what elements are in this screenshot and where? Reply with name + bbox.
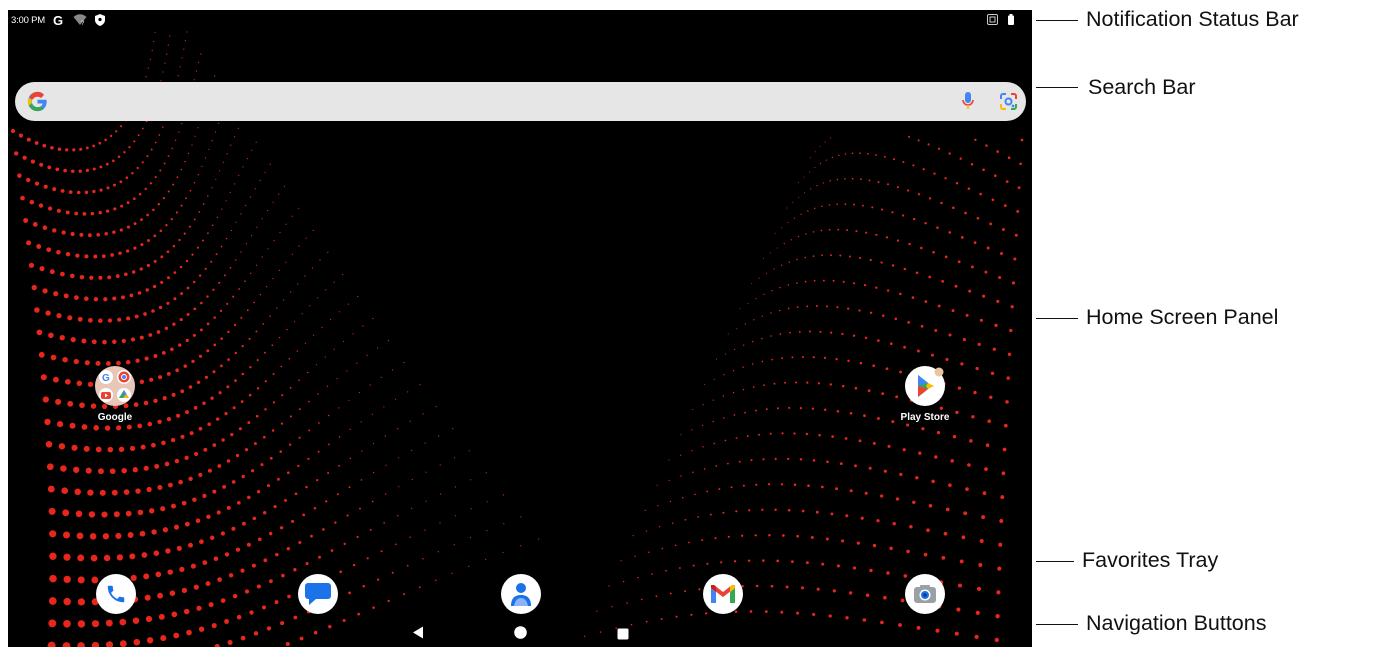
- navigation-buttons-label: Navigation Buttons: [1086, 611, 1267, 635]
- battery-icon: [1008, 14, 1014, 28]
- favorites-tray-line: [1036, 561, 1074, 562]
- phone-icon[interactable]: [96, 574, 136, 614]
- wifi-icon: ?: [73, 14, 87, 26]
- svg-text:G: G: [102, 373, 110, 384]
- home-screen-panel-line: [1036, 318, 1078, 319]
- shield-icon: [94, 14, 105, 26]
- camera-icon[interactable]: [905, 574, 945, 614]
- search-bar[interactable]: [15, 82, 1026, 121]
- contacts-icon[interactable]: [501, 574, 541, 614]
- gmail-icon[interactable]: [703, 574, 743, 614]
- google-folder-label: Google: [97, 412, 133, 423]
- messages-icon[interactable]: [298, 574, 338, 614]
- google-g-icon: G: [53, 14, 65, 26]
- notification-status-bar[interactable]: 3:00 PM G ?: [8, 10, 1032, 30]
- favorites-tray-label: Favorites Tray: [1082, 548, 1219, 572]
- navigation-buttons-line: [1036, 624, 1078, 625]
- microphone-icon[interactable]: [962, 92, 974, 116]
- play-store-label: Play Store: [900, 412, 950, 423]
- home-button[interactable]: [514, 626, 527, 644]
- notification-status-bar-line: [1036, 20, 1078, 21]
- notification-status-bar-label: Notification Status Bar: [1086, 7, 1299, 31]
- search-bar-line: [1036, 87, 1078, 88]
- recents-button[interactable]: [617, 627, 629, 645]
- svg-text:?: ?: [81, 21, 85, 26]
- device-screen: 3:00 PM G ? G Google Play Store: [8, 10, 1032, 647]
- google-lens-icon[interactable]: [999, 92, 1018, 116]
- play-store-icon: [905, 366, 945, 406]
- home-screen-panel-label: Home Screen Panel: [1086, 305, 1279, 329]
- google-folder[interactable]: G Google: [70, 366, 160, 423]
- google-folder-icon: G: [95, 366, 135, 406]
- status-time: 3:00 PM: [11, 14, 45, 26]
- nfc-icon: [987, 14, 998, 28]
- search-bar-label: Search Bar: [1088, 75, 1196, 99]
- play-store-app[interactable]: Play Store: [880, 366, 970, 423]
- google-logo-icon: [27, 91, 48, 117]
- back-button[interactable]: [412, 626, 424, 644]
- svg-text:G: G: [53, 14, 63, 26]
